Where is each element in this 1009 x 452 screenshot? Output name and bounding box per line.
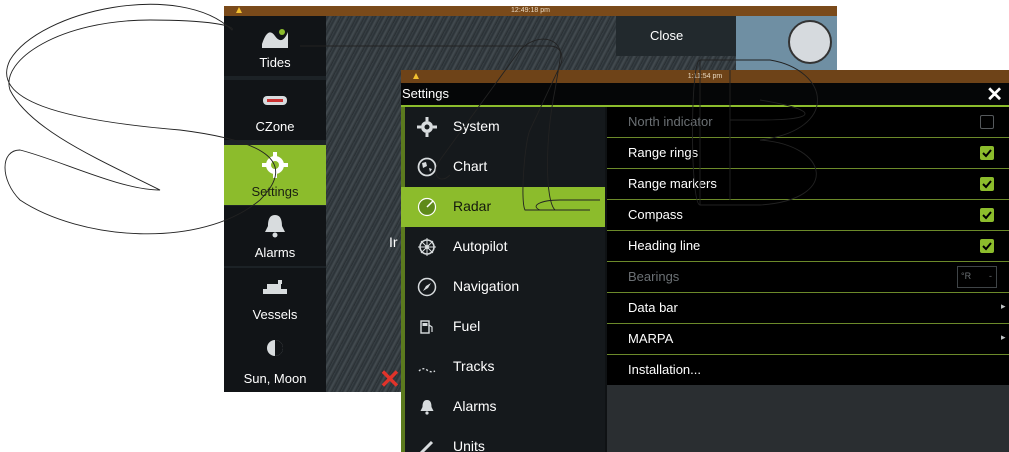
close-button[interactable]: Close bbox=[616, 16, 736, 56]
drawer-item-label: Sun, Moon bbox=[243, 371, 307, 386]
chevron-right-icon: ▸ bbox=[1001, 332, 1006, 342]
gear-icon bbox=[417, 117, 437, 137]
option-label: Heading line bbox=[628, 238, 701, 253]
drawer-item-label: Tides bbox=[259, 55, 291, 70]
tracks-icon bbox=[418, 368, 436, 373]
checkbox-checked-icon[interactable] bbox=[980, 177, 994, 191]
menu-item-label: System bbox=[453, 118, 500, 134]
tides-icon bbox=[262, 29, 288, 48]
option-label: North indicator bbox=[628, 114, 713, 129]
drawer-item-vessels[interactable]: Vessels bbox=[224, 268, 326, 328]
option-heading-line[interactable]: Heading line bbox=[607, 231, 1009, 262]
option-range-rings[interactable]: Range rings bbox=[607, 138, 1009, 169]
option-label: Range markers bbox=[628, 176, 717, 191]
menu-item-autopilot[interactable]: Autopilot bbox=[401, 227, 605, 267]
chevron-right-icon: ▸ bbox=[1001, 301, 1006, 311]
option-label: Data bar bbox=[628, 300, 678, 315]
radar-settings-panel: North indicator Range rings Range marker… bbox=[607, 107, 1009, 452]
drawer-item-alarms[interactable]: Alarms bbox=[224, 206, 326, 266]
radar-icon bbox=[417, 197, 437, 217]
menu-item-label: Alarms bbox=[453, 398, 497, 414]
czone-icon bbox=[263, 96, 287, 105]
menu-item-label: Radar bbox=[453, 198, 492, 214]
option-label: Bearings bbox=[628, 269, 680, 284]
menu-item-alarms[interactable]: Alarms bbox=[401, 387, 605, 427]
menu-item-units[interactable]: Units bbox=[401, 427, 605, 452]
drawer-item-settings[interactable]: Settings bbox=[224, 145, 326, 205]
ship-icon bbox=[263, 280, 287, 294]
drawer-item-label: Settings bbox=[251, 184, 299, 199]
checkbox[interactable] bbox=[980, 115, 994, 129]
option-label: MARPA bbox=[628, 331, 674, 346]
status-time: 1:11:54 pm bbox=[687, 73, 723, 80]
drawer-item-sun-moon[interactable]: Sun, Moon bbox=[224, 328, 326, 392]
dropdown-arrow-icon: - bbox=[989, 271, 992, 281]
option-range-markers[interactable]: Range markers bbox=[607, 169, 1009, 200]
status-bar: 12:49:18 pm bbox=[224, 6, 837, 16]
drawer-item-czone[interactable]: CZone bbox=[224, 80, 326, 140]
checkbox-checked-icon[interactable] bbox=[980, 208, 994, 222]
globe-icon bbox=[417, 157, 437, 177]
menu-item-label: Fuel bbox=[453, 318, 481, 334]
bell-icon bbox=[265, 215, 285, 238]
checkbox-checked-icon[interactable] bbox=[980, 146, 994, 160]
settings-window: 1:11:54 pm Settings ✕ System Chart Radar… bbox=[401, 70, 1009, 452]
dialog-title: Settings bbox=[402, 86, 449, 101]
option-bearings[interactable]: Bearings °R - bbox=[607, 262, 1009, 293]
option-marpa[interactable]: MARPA ▸ bbox=[607, 324, 1009, 355]
option-north-indicator[interactable]: North indicator bbox=[607, 107, 1009, 138]
close-label: Close bbox=[650, 28, 684, 43]
option-label: Compass bbox=[628, 207, 683, 222]
checkbox-checked-icon[interactable] bbox=[980, 239, 994, 253]
ruler-icon bbox=[419, 440, 434, 452]
menu-item-navigation[interactable]: Navigation bbox=[401, 267, 605, 307]
settings-menu: System Chart Radar Autopilot Navigation … bbox=[401, 107, 605, 452]
option-label: Installation... bbox=[628, 362, 701, 377]
bearings-select[interactable]: °R - bbox=[957, 266, 997, 288]
menu-item-label: Navigation bbox=[453, 278, 520, 294]
menu-item-radar[interactable]: Radar bbox=[401, 187, 605, 227]
menu-item-label: Chart bbox=[453, 158, 488, 174]
drawer-item-label: Alarms bbox=[254, 245, 296, 260]
close-icon[interactable]: ✕ bbox=[986, 82, 1003, 107]
sun-moon-icon bbox=[267, 340, 283, 356]
option-label: Range rings bbox=[628, 145, 699, 160]
bearings-value: °R bbox=[961, 271, 972, 281]
option-installation[interactable]: Installation... bbox=[607, 355, 1009, 385]
compass-icon bbox=[417, 277, 437, 297]
option-data-bar[interactable]: Data bar ▸ bbox=[607, 293, 1009, 324]
status-bar: 1:11:54 pm bbox=[401, 70, 1009, 83]
bell-icon bbox=[420, 400, 434, 415]
menu-item-label: Tracks bbox=[453, 358, 495, 374]
drawer-item-tides[interactable]: Tides bbox=[224, 16, 326, 76]
gauge-icon bbox=[788, 20, 832, 64]
option-compass[interactable]: Compass bbox=[607, 200, 1009, 231]
fuel-icon bbox=[420, 320, 433, 334]
menu-item-fuel[interactable]: Fuel bbox=[401, 307, 605, 347]
menu-item-system[interactable]: System bbox=[401, 107, 605, 147]
status-time: 12:49:18 pm bbox=[511, 7, 550, 14]
gear-icon bbox=[262, 152, 288, 178]
instrument-thumbnail[interactable] bbox=[736, 16, 837, 71]
partial-text: Ir bbox=[389, 234, 398, 250]
menu-item-label: Units bbox=[453, 438, 485, 452]
dialog-titlebar: Settings ✕ bbox=[401, 83, 1009, 107]
menu-item-chart[interactable]: Chart bbox=[401, 147, 605, 187]
menu-item-tracks[interactable]: Tracks bbox=[401, 347, 605, 387]
helm-icon bbox=[418, 238, 436, 256]
drawer-item-label: CZone bbox=[255, 119, 295, 134]
menu-item-label: Autopilot bbox=[453, 238, 508, 254]
drawer-item-label: Vessels bbox=[252, 307, 298, 322]
